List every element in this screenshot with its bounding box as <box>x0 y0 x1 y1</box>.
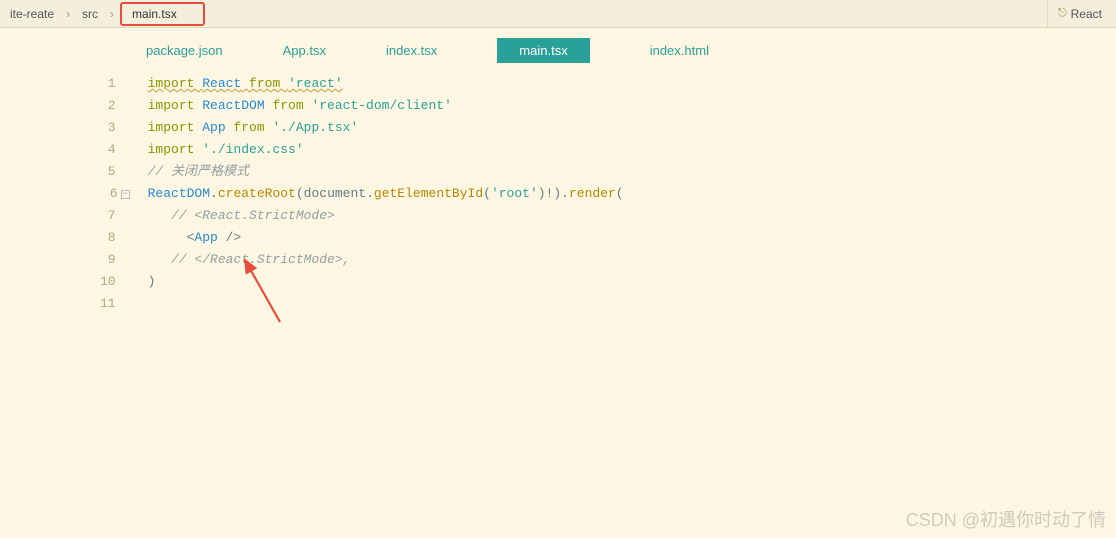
code-line[interactable]: import React from 'react' <box>148 73 624 95</box>
line-number: 5 <box>100 161 130 183</box>
code-line[interactable]: ReactDOM.createRoot(document.getElementB… <box>148 183 624 205</box>
breadcrumb-current-file[interactable]: main.tsx <box>120 2 205 26</box>
language-label: React <box>1071 7 1102 21</box>
tab-index-html[interactable]: index.html <box>650 43 709 58</box>
line-number: 11 <box>100 293 130 315</box>
tab-index-tsx[interactable]: index.tsx <box>386 43 437 58</box>
tab-main-tsx[interactable]: main.tsx <box>497 38 589 63</box>
tab-App-tsx[interactable]: App.tsx <box>283 43 326 58</box>
code-line[interactable]: // </React.StrictMode>, <box>148 249 624 271</box>
editor-tabs: package.json App.tsx index.tsx main.tsx inde… <box>0 28 1116 73</box>
code-line[interactable]: // 关闭严格模式 <box>148 161 624 183</box>
scope-icon: ⎋ <box>1058 7 1067 20</box>
line-number: 10 <box>100 271 130 293</box>
code-line[interactable]: import './index.css' <box>148 139 624 161</box>
code-line[interactable] <box>148 293 624 315</box>
chevron-right-icon: › <box>66 7 70 21</box>
code-line[interactable]: import ReactDOM from 'react-dom/client' <box>148 95 624 117</box>
line-number: 7 <box>100 205 130 227</box>
line-number: 2 <box>100 95 130 117</box>
watermark: CSDN @初遇你时动了情 <box>906 506 1106 532</box>
fold-minus-icon[interactable]: − <box>121 190 130 199</box>
breadcrumb: ite-reate › src › main.tsx <box>4 2 205 26</box>
line-gutter: 123456−7891011 <box>100 73 140 315</box>
code-line[interactable]: // <React.StrictMode> <box>148 205 624 227</box>
breadcrumb-item[interactable]: src <box>76 5 104 23</box>
code-line[interactable]: ) <box>148 271 624 293</box>
language-indicator[interactable]: ⎋ React <box>1047 0 1112 27</box>
line-number: 9 <box>100 249 130 271</box>
line-number: 8 <box>100 227 130 249</box>
tab-package-json[interactable]: package.json <box>146 43 223 58</box>
top-bar: ite-reate › src › main.tsx ⎋ React <box>0 0 1116 28</box>
line-number: 1 <box>100 73 130 95</box>
code-line[interactable]: import App from './App.tsx' <box>148 117 624 139</box>
line-number: 6− <box>100 183 130 205</box>
line-number: 4 <box>100 139 130 161</box>
chevron-right-icon: › <box>110 7 114 21</box>
code-editor[interactable]: 123456−7891011 import React from 'react'… <box>0 73 1116 315</box>
code-area[interactable]: import React from 'react'import ReactDOM… <box>140 73 624 315</box>
breadcrumb-item[interactable]: ite-reate <box>4 5 60 23</box>
line-number: 3 <box>100 117 130 139</box>
code-line[interactable]: <App /> <box>148 227 624 249</box>
